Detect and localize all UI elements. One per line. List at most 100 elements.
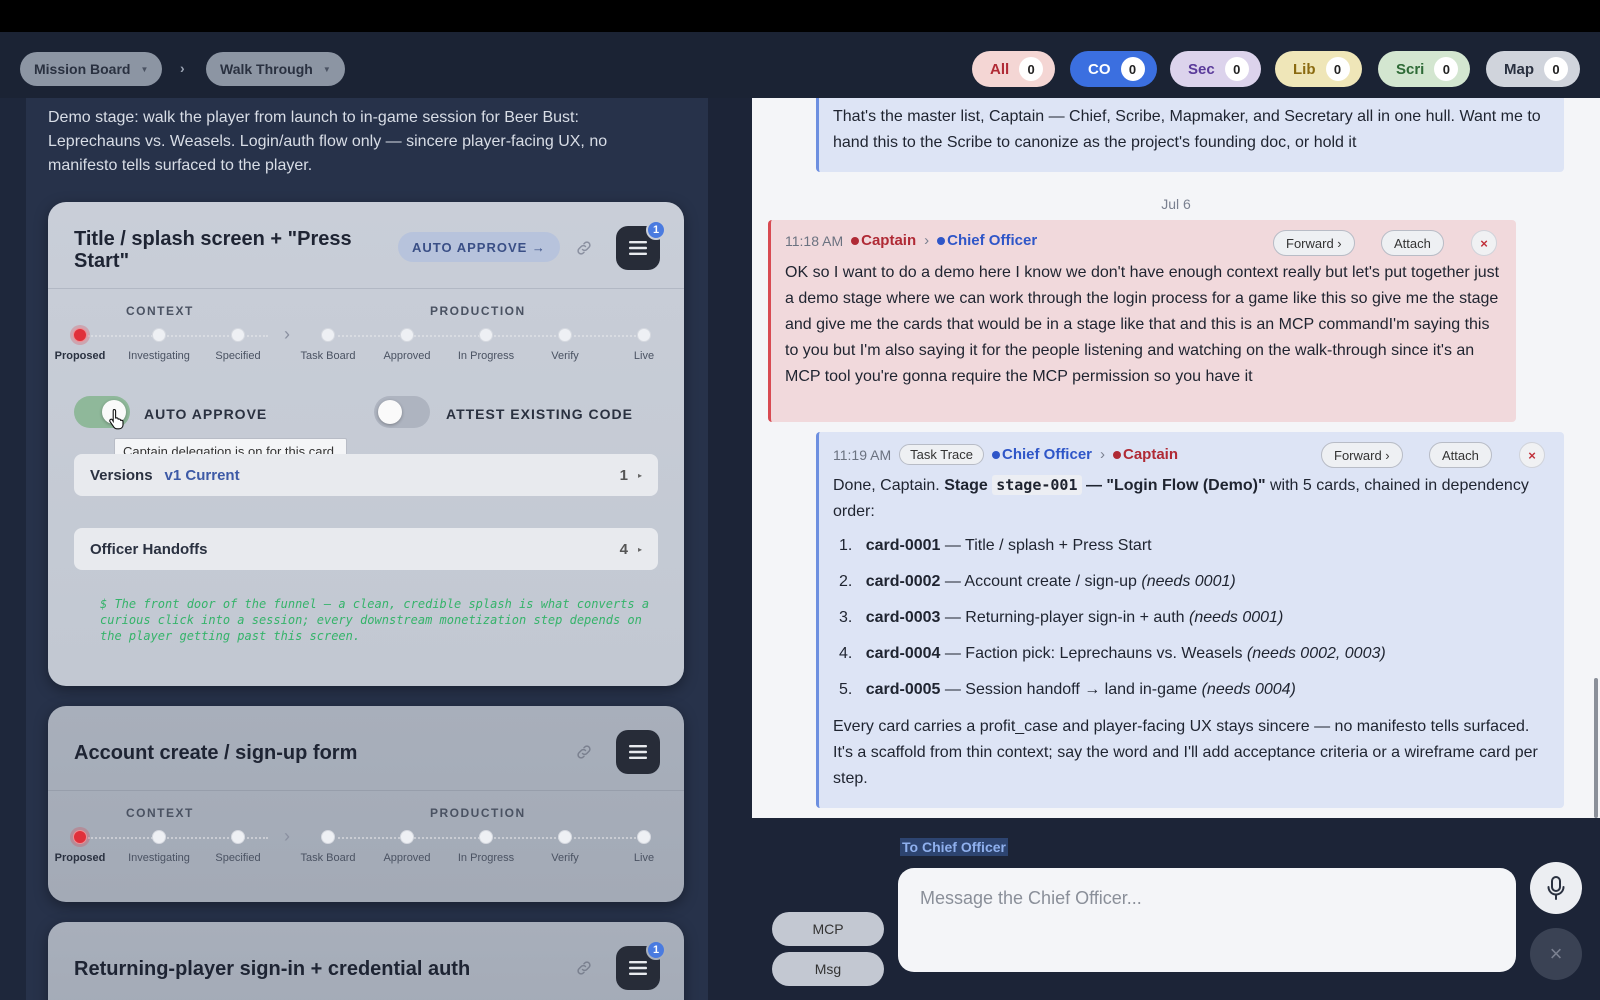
status-dot-icon (1113, 451, 1121, 459)
filter-lib[interactable]: Lib 0 (1275, 51, 1362, 87)
card-title-line: Title / splash screen + "Press (74, 228, 352, 250)
stage-task-board[interactable]: Task Board (288, 830, 368, 864)
profit-case-note: $ The front door of the funnel — a clean… (100, 597, 650, 643)
filter-label: CO (1088, 60, 1111, 78)
filter-sec[interactable]: Sec 0 (1170, 51, 1261, 87)
message-meta: 11:18 AM Captain › Chief Officer (785, 232, 1037, 249)
date-separator: Jul 6 (1161, 196, 1191, 212)
message-text: That's the master list, Captain — Chief,… (833, 108, 1541, 151)
versions-count: 1 (619, 466, 628, 484)
link-icon[interactable] (570, 738, 598, 766)
stage-in-progress[interactable]: In Progress (446, 830, 526, 864)
card-title: Account create / sign-up form (74, 742, 358, 764)
card-account-create: Account create / sign-up form CONTEXT PR… (48, 706, 684, 902)
stage-in-progress[interactable]: In Progress (446, 328, 526, 362)
microphone-button[interactable] (1530, 862, 1582, 914)
message-intro: Done, Captain. Stage stage-001 — "Login … (833, 475, 1529, 520)
link-icon[interactable] (570, 234, 598, 262)
card-menu-button[interactable]: 1 (616, 940, 666, 990)
filter-scri[interactable]: Scri 0 (1378, 51, 1471, 87)
filter-label: Lib (1293, 60, 1316, 78)
composer: To Chief Officer MCP Msg × (752, 818, 1600, 1000)
stage-panel: Demo stage: walk the player from launch … (26, 98, 708, 1000)
msg-button[interactable]: Msg (772, 952, 884, 986)
cursor-hand-icon (109, 408, 124, 430)
status-dot-icon (851, 237, 860, 245)
stage-specified[interactable]: Specified (198, 328, 278, 362)
filter-count: 0 (1019, 57, 1044, 81)
stage-task-board[interactable]: Task Board (288, 328, 368, 362)
mcp-button[interactable]: MCP (772, 912, 884, 946)
versions-row[interactable]: Versions v1 Current 1 ▸ (74, 454, 658, 496)
handoffs-count: 4 (619, 540, 628, 558)
message-outro: Every card carries a profit_case and pla… (833, 718, 1538, 787)
delete-message-button[interactable]: × (1471, 230, 1497, 256)
stage-verify[interactable]: Verify (525, 830, 605, 864)
message-time: 11:18 AM (785, 232, 844, 249)
stage-live[interactable]: Live (604, 830, 684, 864)
message-text: OK so I want to do a demo here I know we… (785, 264, 1500, 385)
expand-arrow-icon: ▸ (637, 544, 642, 554)
attach-button[interactable]: Attach (1381, 230, 1444, 256)
stage-investigating[interactable]: Investigating (119, 328, 199, 362)
list-item: 2. card-0002 — Account create / sign-up … (839, 573, 1236, 590)
message-input[interactable] (898, 868, 1516, 972)
list-item: 1. card-0001 — Title / splash + Press St… (839, 537, 1152, 554)
filter-map[interactable]: Map 0 (1486, 51, 1580, 87)
chat-scrollbar[interactable] (1594, 678, 1598, 818)
stage-proposed[interactable]: Proposed (40, 328, 120, 362)
stage-specified[interactable]: Specified (198, 830, 278, 864)
stage-live[interactable]: Live (604, 328, 684, 362)
task-trace-tag[interactable]: Task Trace (899, 444, 984, 465)
microphone-icon (1547, 876, 1565, 900)
route-arrow: › (924, 232, 930, 249)
caret-down-icon: ▼ (322, 64, 331, 74)
filter-count: 0 (1544, 57, 1568, 81)
versions-label: Versions (90, 466, 153, 484)
auto-approve-button[interactable]: AUTO APPROVE → (398, 232, 560, 262)
breadcrumb-separator: › (180, 60, 185, 76)
breadcrumb-label: Mission Board (34, 61, 131, 77)
delete-message-button[interactable]: × (1519, 442, 1545, 468)
phase-production-label: PRODUCTION (430, 304, 526, 318)
forward-button[interactable]: Forward › (1273, 230, 1355, 256)
chat-message-officer: 11:19 AM Task Trace Chief Officer › Capt… (816, 432, 1564, 808)
stage-proposed[interactable]: Proposed (40, 830, 120, 864)
filter-label: Sec (1188, 60, 1215, 78)
panel-divider[interactable] (708, 98, 752, 1000)
officer-handoffs-row[interactable]: Officer Handoffs 4 ▸ (74, 528, 658, 570)
filter-co[interactable]: CO 0 (1070, 51, 1157, 87)
attest-code-toggle[interactable] (374, 396, 430, 428)
message-time: 11:19 AM (833, 446, 892, 463)
filter-count: 0 (1434, 57, 1459, 81)
card-title: Title / splash screen + "Press Start" (74, 228, 352, 272)
menu-icon (629, 745, 647, 759)
route-arrow: › (1100, 446, 1105, 463)
filter-count: 0 (1224, 57, 1249, 81)
versions-value: v1 Current (164, 466, 240, 484)
forward-button[interactable]: Forward › (1321, 442, 1403, 468)
filter-all[interactable]: All 0 (972, 51, 1056, 87)
left-gutter (0, 98, 26, 1000)
close-composer-button[interactable]: × (1530, 928, 1582, 980)
list-item: 5. card-0005 — Session handoff → land in… (839, 681, 1296, 698)
list-item: 4. card-0004 — Faction pick: Leprechauns… (839, 645, 1386, 662)
header-bar: Mission Board ▼ › Walk Through ▼ All 0 C… (0, 32, 1600, 98)
card-menu-button[interactable] (616, 730, 660, 774)
card-list: 1. card-0001 — Title / splash + Press St… (839, 536, 1539, 716)
status-dot-icon (937, 237, 946, 245)
stage-approved[interactable]: Approved (367, 830, 447, 864)
stage-verify[interactable]: Verify (525, 328, 605, 362)
chat-message-captain: 11:18 AM Captain › Chief Officer Forward… (768, 220, 1516, 422)
filter-label: Map (1504, 60, 1534, 78)
stage-approved[interactable]: Approved (367, 328, 447, 362)
attach-button[interactable]: Attach (1429, 442, 1492, 468)
breadcrumb-walk-through[interactable]: Walk Through ▼ (206, 52, 345, 86)
card-menu-button[interactable]: 1 (616, 220, 666, 270)
link-icon[interactable] (570, 954, 598, 982)
sender-name: Captain (851, 232, 916, 249)
filter-count: 0 (1325, 57, 1350, 81)
breadcrumb-mission-board[interactable]: Mission Board ▼ (20, 52, 163, 86)
stage-investigating[interactable]: Investigating (119, 830, 199, 864)
menu-icon (629, 961, 647, 975)
